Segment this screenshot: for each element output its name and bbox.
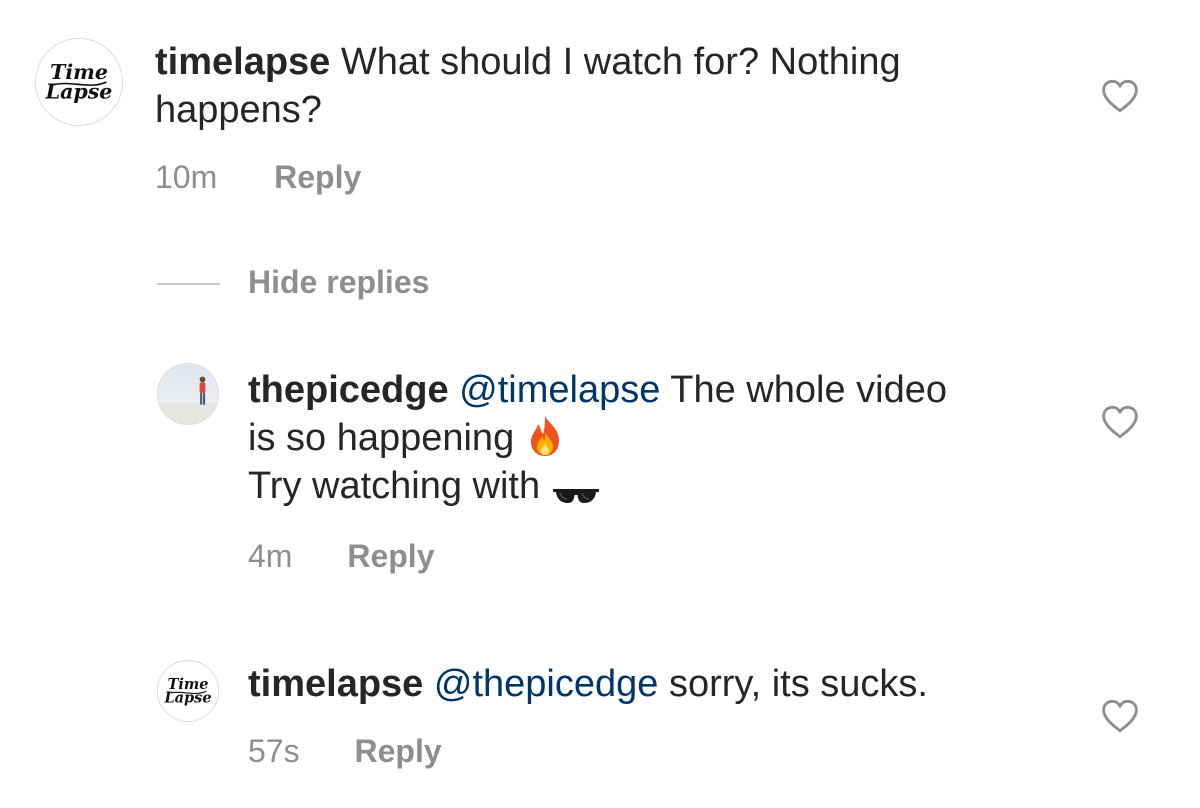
comment-username[interactable]: timelapse: [155, 41, 330, 83]
reply-button[interactable]: Reply: [347, 536, 434, 576]
hide-replies-button[interactable]: Hide replies: [248, 262, 429, 302]
avatar[interactable]: [157, 363, 219, 425]
mention-link[interactable]: @timelapse: [459, 369, 660, 411]
reply-timestamp: 57s: [248, 733, 300, 769]
comment-body-line2: happens?: [155, 89, 322, 131]
reply-button[interactable]: Reply: [274, 157, 361, 197]
reply-body-line2: is so happening: [248, 417, 515, 459]
reply-meta: 57s Reply: [248, 731, 442, 771]
replies-divider-line: [157, 283, 220, 285]
reply-timestamp: 4m: [248, 538, 293, 574]
comment-text: timelapse What should I watch for? Nothi…: [155, 38, 1035, 134]
reply-body-line1: sorry, its sucks.: [668, 663, 928, 705]
timelapse-logo: Time Lapse: [158, 661, 218, 721]
avatar[interactable]: Time Lapse: [157, 660, 219, 722]
sunglasses-emoji-icon: [551, 472, 601, 503]
mention-link[interactable]: @thepicedge: [434, 663, 659, 705]
like-heart-icon[interactable]: [1100, 698, 1140, 734]
reply-button[interactable]: Reply: [354, 731, 441, 771]
reply-body-line1: The whole video: [670, 369, 947, 411]
timelapse-logo: Time Lapse: [36, 39, 122, 125]
reply-body-line3: Try watching with: [248, 465, 541, 507]
user-photo: [158, 364, 218, 424]
like-heart-icon[interactable]: [1100, 404, 1140, 440]
avatar[interactable]: Time Lapse: [35, 38, 123, 126]
reply-username[interactable]: timelapse: [248, 663, 423, 705]
reply-username[interactable]: thepicedge: [248, 369, 449, 411]
like-heart-icon[interactable]: [1100, 78, 1140, 114]
comment-meta: 10m Reply: [155, 157, 361, 197]
comment-body-line1: What should I watch for? Nothing: [340, 41, 901, 83]
comment-timestamp: 10m: [155, 159, 218, 195]
reply-text: thepicedge @timelapse The whole video is…: [248, 366, 1068, 510]
reply-text: timelapse @thepicedge sorry, its sucks.: [248, 660, 1068, 708]
reply-meta: 4m Reply: [248, 536, 434, 576]
fire-emoji-icon: [525, 414, 565, 458]
